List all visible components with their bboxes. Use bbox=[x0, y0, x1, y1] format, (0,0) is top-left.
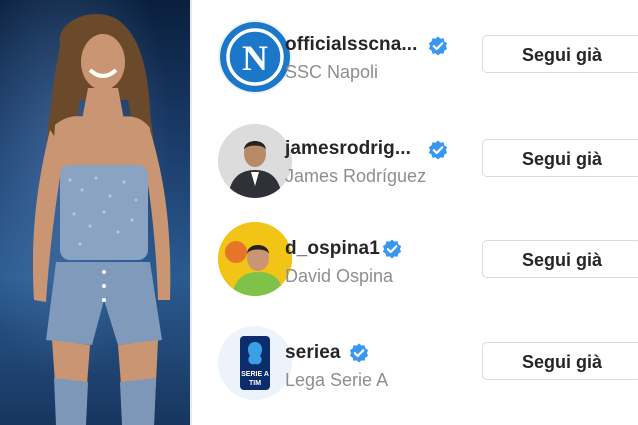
david-ospina-avatar[interactable] bbox=[218, 222, 292, 296]
following-button[interactable]: Segui già bbox=[482, 35, 638, 73]
list-item[interactable]: jamesrodrig... James Rodríguez Segui già bbox=[192, 104, 638, 208]
woman-on-runway-illustration bbox=[32, 14, 171, 425]
seriea-logo-line2: TIM bbox=[249, 380, 261, 387]
username[interactable]: jamesrodrig... bbox=[285, 138, 411, 160]
napoli-logo-letter: N bbox=[242, 38, 268, 78]
list-item[interactable]: d_ospina1 David Ospina Segui già bbox=[192, 208, 638, 312]
full-name: David Ospina bbox=[285, 266, 394, 286]
seriea-logo-line1: SERIE A bbox=[241, 371, 269, 378]
following-button[interactable]: Segui già bbox=[482, 240, 638, 278]
username[interactable]: seriea bbox=[285, 342, 341, 364]
photo-panel bbox=[0, 0, 190, 425]
person-photo-icon bbox=[218, 124, 292, 198]
serie-a-logo-icon: SERIE A TIM bbox=[218, 326, 292, 400]
serie-a-avatar[interactable]: SERIE A TIM bbox=[218, 326, 292, 400]
ssc-napoli-avatar[interactable]: N bbox=[218, 20, 292, 94]
verified-badge-icon bbox=[428, 140, 448, 160]
ssc-napoli-logo-icon: N bbox=[220, 22, 290, 92]
username[interactable]: d_ospina1 bbox=[285, 238, 380, 260]
james-rodriguez-avatar[interactable] bbox=[218, 124, 292, 198]
verified-badge-icon bbox=[428, 36, 448, 56]
person-photo-icon bbox=[218, 222, 292, 296]
username[interactable]: officialsscna... bbox=[285, 34, 418, 56]
full-name: Lega Serie A bbox=[285, 370, 389, 390]
list-item[interactable]: SERIE A TIM seriea Lega Serie A Segui gi… bbox=[192, 312, 638, 416]
full-name: James Rodríguez bbox=[285, 166, 427, 186]
verified-badge-icon bbox=[349, 343, 369, 363]
full-name: SSC Napoli bbox=[285, 62, 379, 82]
following-button[interactable]: Segui già bbox=[482, 139, 638, 177]
following-list: N officialsscna... SSC Napoli Segui già … bbox=[192, 0, 638, 425]
list-item[interactable]: N officialsscna... SSC Napoli Segui già bbox=[192, 0, 638, 104]
verified-badge-icon bbox=[382, 239, 402, 259]
following-button[interactable]: Segui già bbox=[482, 342, 638, 380]
